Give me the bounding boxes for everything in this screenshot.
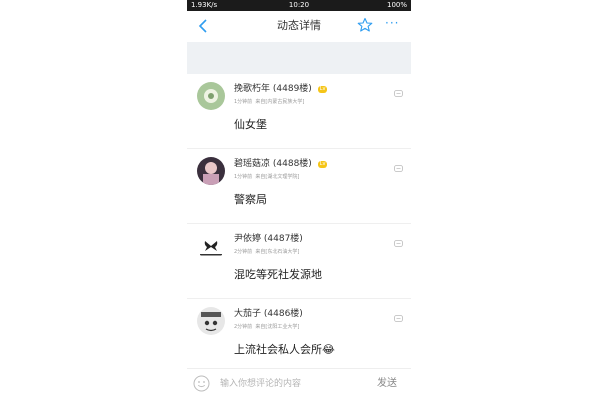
comment-meta: 2分钟前 来自[沈阳工业大学]	[234, 324, 299, 331]
top-banner	[187, 42, 411, 74]
send-button[interactable]: 发送	[377, 377, 397, 391]
more-icon[interactable]: ···	[385, 17, 401, 33]
comment-author[interactable]: 大茄子 (4486楼)	[234, 309, 303, 320]
comment-time: 2分钟前	[234, 324, 253, 330]
battery-level: 100%	[386, 1, 407, 9]
comment-source: 来自[湖北文理学院]	[255, 174, 300, 180]
comment-item[interactable]: 碧瑶菇凉 (4488楼) Lv 1分钟前 来自[湖北文理学院] 警察局	[187, 149, 411, 224]
comment-meta: 2分钟前 来自[东北石油大学]	[234, 249, 299, 256]
comment-body: 警察局	[234, 193, 267, 206]
status-bar: 1.93K/s 10:20 100%	[187, 0, 411, 11]
comment-input[interactable]	[220, 375, 360, 393]
reply-icon[interactable]	[394, 158, 403, 172]
reply-icon[interactable]	[394, 308, 403, 322]
level-badge: Lv	[317, 161, 328, 168]
comment-time: 1分钟前	[234, 99, 253, 105]
avatar[interactable]	[197, 232, 225, 260]
status-time: 10:20	[288, 1, 310, 9]
author-name: 挽歌朽年	[234, 84, 271, 94]
comment-item[interactable]: 挽歌朽年 (4489楼) Lv 1分钟前 来自[内蒙古民族大学] 仙女堡	[187, 74, 411, 149]
floor-number: (4486楼)	[263, 309, 303, 319]
page-title: 动态详情	[277, 19, 321, 32]
laughing-emoji-icon: 😂	[322, 343, 335, 356]
reply-icon[interactable]	[394, 83, 403, 97]
comment-author[interactable]: 碧瑶菇凉 (4488楼) Lv	[234, 159, 328, 170]
avatar[interactable]	[197, 157, 225, 185]
comment-meta: 1分钟前 来自[湖北文理学院]	[234, 174, 299, 181]
star-icon[interactable]	[357, 17, 373, 33]
comment-body-text: 上流社会私人会所	[234, 343, 322, 356]
floor-number: (4487楼)	[263, 234, 303, 244]
comment-author[interactable]: 尹依婷 (4487楼)	[234, 234, 303, 245]
emoji-icon[interactable]	[193, 375, 210, 392]
nav-bar: 动态详情 ···	[187, 11, 411, 40]
comment-list: 挽歌朽年 (4489楼) Lv 1分钟前 来自[内蒙古民族大学] 仙女堡 碧瑶菇…	[187, 74, 411, 373]
author-name: 尹依婷	[234, 234, 262, 244]
comment-item[interactable]: 尹依婷 (4487楼) 2分钟前 来自[东北石油大学] 混吃等死社发源地	[187, 224, 411, 299]
level-badge: Lv	[317, 86, 328, 93]
avatar[interactable]	[197, 82, 225, 110]
comment-body: 上流社会私人会所😂	[234, 343, 335, 357]
comment-time: 2分钟前	[234, 249, 253, 255]
comment-item[interactable]: 大茄子 (4486楼) 2分钟前 来自[沈阳工业大学] 上流社会私人会所😂	[187, 299, 411, 373]
reply-icon[interactable]	[394, 233, 403, 247]
comment-author[interactable]: 挽歌朽年 (4489楼) Lv	[234, 84, 328, 95]
author-name: 碧瑶菇凉	[234, 159, 271, 169]
floor-number: (4489楼)	[272, 84, 312, 94]
author-name: 大茄子	[234, 309, 262, 319]
comment-meta: 1分钟前 来自[内蒙古民族大学]	[234, 99, 304, 106]
comment-time: 1分钟前	[234, 174, 253, 180]
floor-number: (4488楼)	[272, 159, 312, 169]
comment-source: 来自[内蒙古民族大学]	[255, 99, 305, 105]
comment-body: 仙女堡	[234, 118, 267, 131]
comment-source: 来自[东北石油大学]	[255, 249, 300, 255]
phone-screen: 1.93K/s 10:20 100% 动态详情 ··· 挽歌朽年 (4489楼)…	[187, 0, 411, 400]
comment-input-bar: 发送	[187, 368, 411, 400]
avatar[interactable]	[197, 307, 225, 335]
comment-body: 混吃等死社发源地	[234, 268, 322, 281]
comment-source: 来自[沈阳工业大学]	[255, 324, 300, 330]
